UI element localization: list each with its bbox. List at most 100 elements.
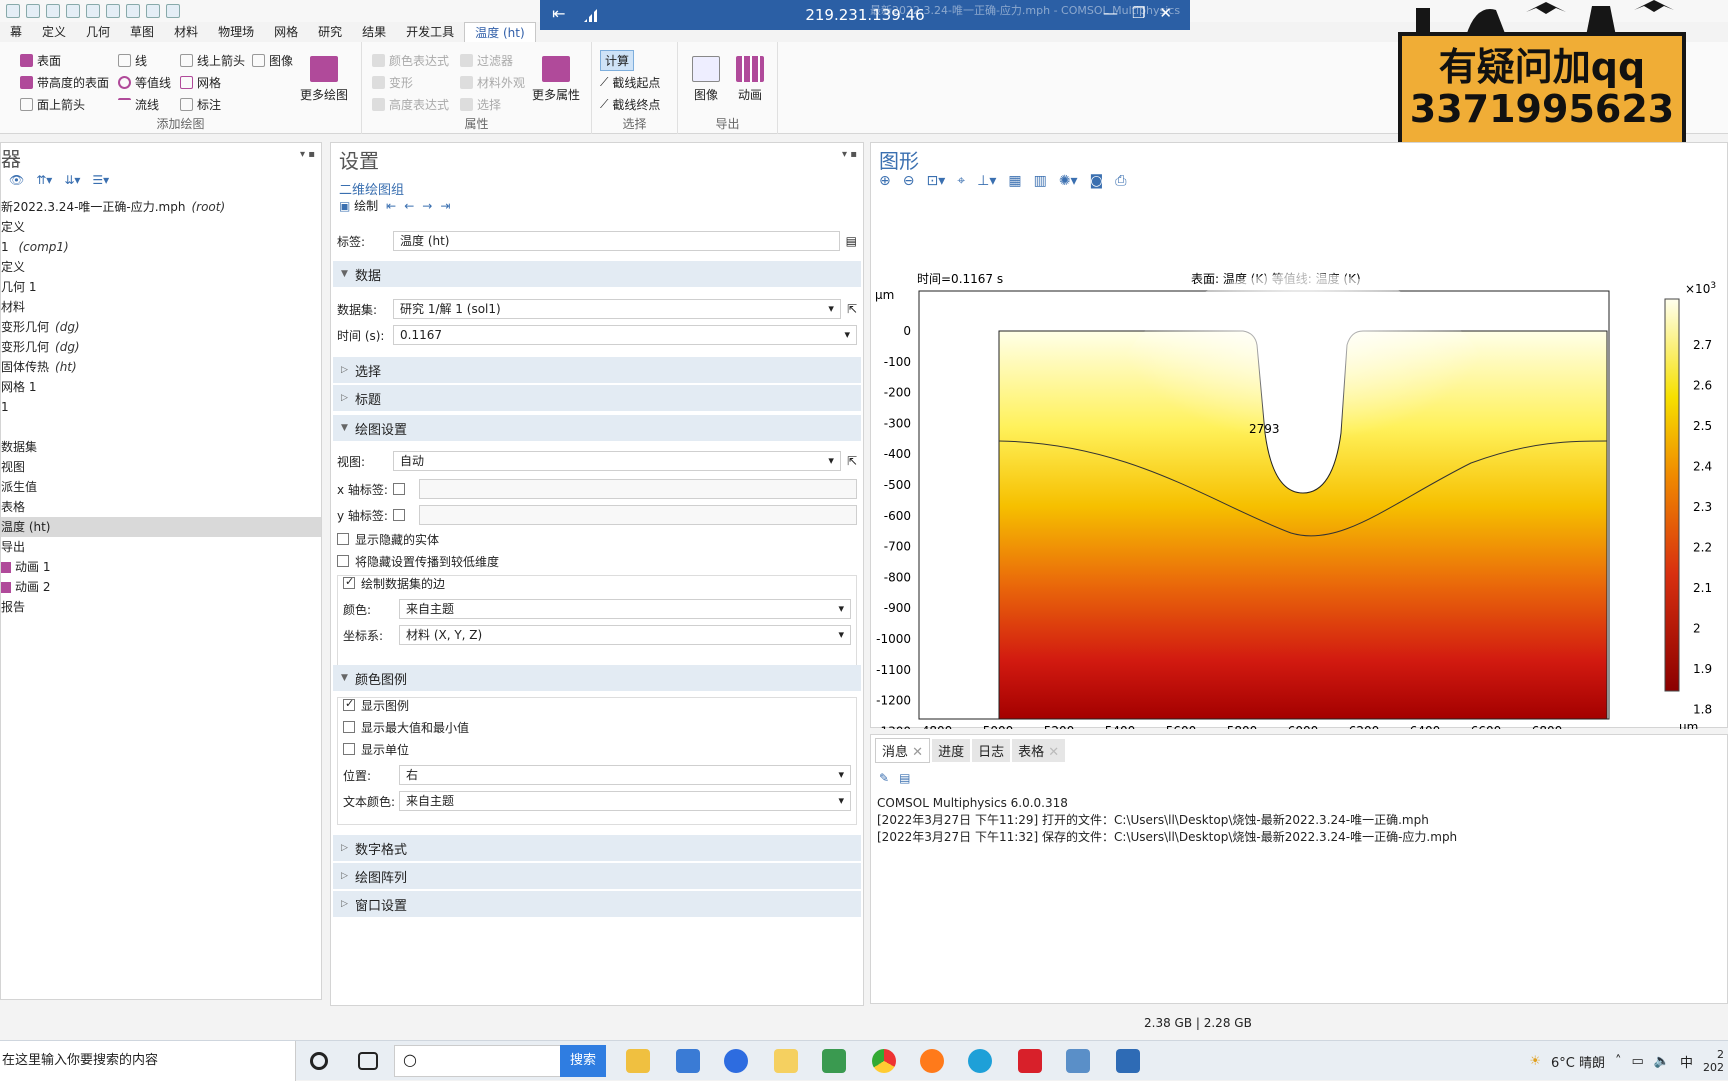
mesh-button[interactable]: 网格 — [180, 74, 221, 91]
dataset-select[interactable]: 研究 1/解 1 (sol1) — [393, 299, 841, 319]
restore-button[interactable]: ❐ — [1132, 4, 1145, 22]
firefox-icon[interactable] — [920, 1049, 944, 1073]
first-icon[interactable]: ⇤ — [386, 199, 396, 213]
comment-icon[interactable]: ▤ — [846, 234, 857, 248]
legend-toggle-icon[interactable]: ▥ — [1034, 173, 1047, 189]
section-selection[interactable]: ▷ 选择 — [333, 357, 861, 383]
web-search-button[interactable]: 搜索 — [560, 1045, 606, 1077]
line-arrow-button[interactable]: 线上箭头 — [180, 52, 245, 69]
delete-icon[interactable] — [126, 4, 140, 18]
close-icon[interactable]: ✕ — [912, 745, 923, 760]
redo-icon[interactable] — [66, 4, 80, 18]
print-icon[interactable]: ⎙ — [1115, 173, 1126, 189]
more-plots-button[interactable]: 更多绘图 — [300, 56, 348, 103]
show-icon[interactable]: 👁 — [9, 173, 24, 187]
color-expression-button[interactable]: 颜色表达式 — [372, 52, 449, 69]
view-select[interactable]: 自动 — [393, 451, 841, 471]
propagate-checkbox[interactable] — [337, 555, 349, 567]
weather-text[interactable]: 6°C 晴朗 — [1551, 1052, 1605, 1071]
section-title[interactable]: ▷ 标题 — [333, 385, 861, 411]
menu-item[interactable]: 几何 — [76, 22, 120, 42]
cutline-end-button[interactable]: ⟋ 截线终点 — [600, 96, 660, 113]
zoom-in-icon[interactable]: ⊕ — [879, 173, 891, 189]
show-units-row[interactable]: 显示单位 — [343, 737, 857, 761]
clear-icon[interactable]: ✎ — [879, 771, 889, 785]
last-icon[interactable]: ⇥ — [440, 199, 450, 213]
undo-icon[interactable] — [46, 4, 60, 18]
filter-button[interactable]: 过滤器 — [460, 52, 513, 69]
file-explorer-icon[interactable] — [626, 1049, 650, 1073]
tree-node[interactable]: 数据集 — [1, 437, 321, 457]
sort-up-icon[interactable]: ⇈▾ — [36, 173, 52, 187]
section-data[interactable]: ▼ 数据 — [333, 261, 861, 287]
selection-attr-button[interactable]: 选择 — [460, 96, 501, 113]
grid-icon[interactable]: ▦ — [1008, 173, 1021, 189]
duplicate-icon[interactable] — [106, 4, 120, 18]
close-button[interactable]: ✕ — [1159, 4, 1172, 22]
label-field[interactable]: 温度 (ht) — [393, 231, 840, 251]
menu-item[interactable]: 定义 — [32, 22, 76, 42]
show-hidden-checkbox[interactable] — [337, 533, 349, 545]
edge-icon[interactable] — [968, 1049, 992, 1073]
section-window-settings[interactable]: ▷ 窗口设置 — [333, 891, 861, 917]
tree-node[interactable]: 1 (comp1) — [1, 237, 321, 257]
pin-icon[interactable]: ⇤ — [552, 4, 565, 23]
menu-item[interactable]: 开发工具 — [396, 22, 464, 42]
remote-desktop-icon[interactable] — [1116, 1049, 1140, 1073]
draw-edges-row[interactable]: 绘制数据集的边 — [343, 571, 857, 595]
menu-item[interactable]: 网格 — [264, 22, 308, 42]
app-icon[interactable] — [6, 4, 20, 18]
show-hidden-row[interactable]: 显示隐藏的实体 — [337, 527, 857, 551]
tree-node[interactable] — [1, 417, 321, 437]
section-plot-settings[interactable]: ▼ 绘图设置 — [333, 415, 861, 441]
show-legend-checkbox[interactable] — [343, 697, 355, 711]
surface-arrow-button[interactable]: 面上箭头 — [20, 96, 85, 113]
network-icon[interactable]: ▭ — [1632, 1054, 1644, 1069]
menu-item[interactable]: 草图 — [120, 22, 164, 42]
chrome-icon[interactable] — [872, 1049, 896, 1073]
cutline-start-button[interactable]: ⟋ 截线起点 — [600, 74, 660, 91]
task-view-icon[interactable] — [358, 1052, 378, 1070]
xlabel-field[interactable] — [419, 479, 857, 499]
streamline-button[interactable]: 流线 — [118, 96, 159, 113]
frame-select[interactable]: 材料 (X, Y, Z) — [399, 625, 851, 645]
export-animation-button[interactable]: 动画 — [736, 56, 764, 103]
select-icon[interactable] — [146, 4, 160, 18]
tree-node[interactable]: 动画 1 — [1, 557, 321, 577]
zoom-box-icon[interactable]: ⊡▾ — [926, 173, 945, 189]
tree-node[interactable]: 动画 2 — [1, 577, 321, 597]
contour-button[interactable]: 等值线 — [118, 74, 171, 91]
propagate-row[interactable]: 将隐藏设置传播到较低维度 — [337, 549, 857, 573]
mail-icon[interactable] — [676, 1049, 700, 1073]
surface-button[interactable]: 表面 — [20, 52, 61, 69]
line-button[interactable]: 线 — [118, 52, 147, 69]
tree-node[interactable]: 几何 1 — [1, 277, 321, 297]
youdao-icon[interactable] — [1018, 1049, 1042, 1073]
camera-icon[interactable]: ◙ — [1090, 173, 1104, 189]
xlabel-checkbox[interactable] — [393, 483, 405, 495]
deformation-button[interactable]: 变形 — [372, 74, 413, 91]
tree-node[interactable]: 温度 (ht) — [1, 517, 321, 537]
image-button[interactable]: 图像 — [252, 52, 293, 69]
menu-item[interactable]: 物理场 — [208, 22, 264, 42]
run-icon[interactable] — [26, 4, 40, 18]
time-select[interactable]: 0.1167 — [393, 325, 857, 345]
tree-node[interactable]: 变形几何 (dg) — [1, 337, 321, 357]
close-icon[interactable]: ✕ — [1048, 745, 1059, 760]
tree-node[interactable]: 网格 1 — [1, 377, 321, 397]
annotation-button[interactable]: 标注 — [180, 96, 221, 113]
goto-view-icon[interactable]: ⇱ — [847, 454, 857, 468]
list-icon[interactable]: ☰▾ — [92, 173, 109, 187]
tree-node[interactable]: 变形几何 (dg) — [1, 317, 321, 337]
prev-icon[interactable]: ← — [404, 199, 414, 213]
section-plot-array[interactable]: ▷ 绘图阵列 — [333, 863, 861, 889]
height-expression-button[interactable]: 高度表达式 — [372, 96, 449, 113]
tree-node[interactable]: 材料 — [1, 297, 321, 317]
text-color-select[interactable]: 来自主题 — [399, 791, 851, 811]
position-select[interactable]: 右 — [399, 765, 851, 785]
scene-light-icon[interactable]: ✺▾ — [1059, 173, 1078, 189]
tree-node[interactable]: 固体传热 (ht) — [1, 357, 321, 377]
export-image-button[interactable]: 图像 — [692, 56, 720, 103]
temperature-plot[interactable]: 时间=0.1167 s 表面: 温度 (K) 等值线: 温度 (K) μm 27… — [871, 203, 1727, 729]
wps-icon[interactable] — [822, 1049, 846, 1073]
